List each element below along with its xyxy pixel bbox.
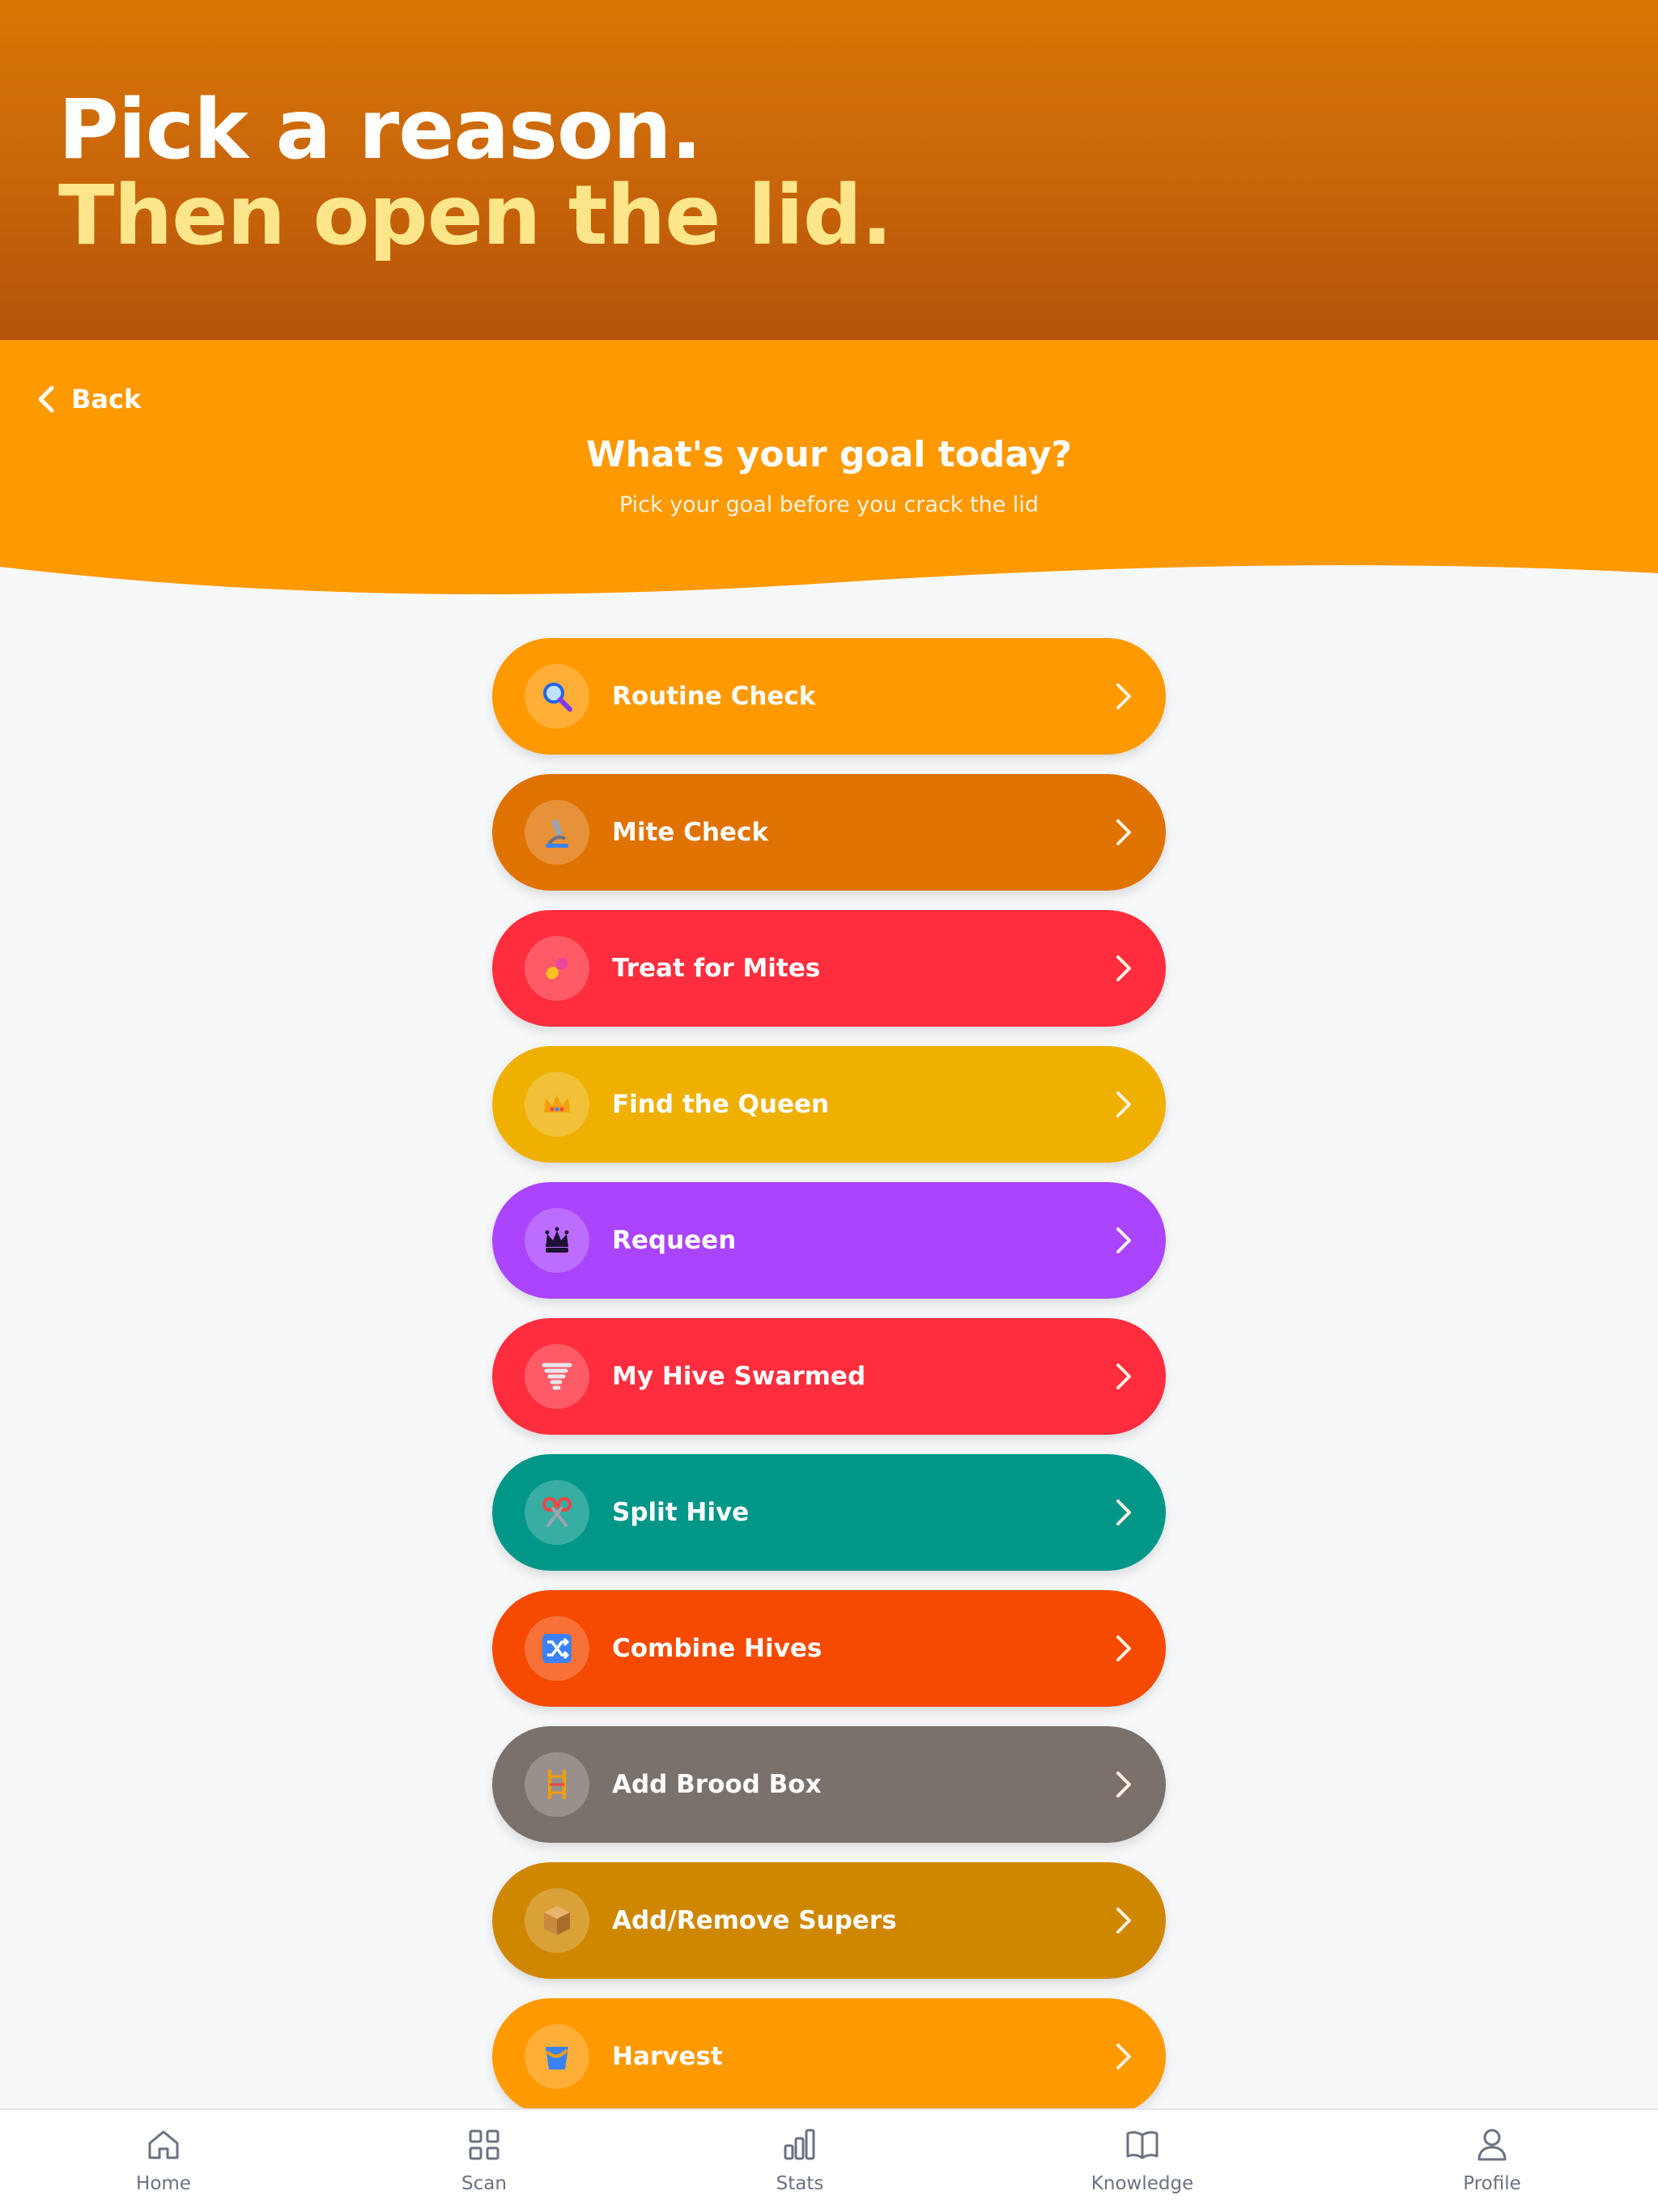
goal-label: Requeen [612, 1226, 737, 1255]
nav-knowledge[interactable]: Knowledge [1061, 2126, 1223, 2194]
goal-label: My Hive Swarmed [612, 1362, 866, 1391]
page-subtitle: Pick your goal before you crack the lid [619, 492, 1039, 517]
magnifier-icon [543, 683, 572, 712]
grid-icon [469, 2129, 500, 2160]
chevron-right-icon [1116, 2044, 1131, 2069]
goal-label: Find the Queen [612, 1090, 830, 1119]
bar-chart-icon [784, 2129, 815, 2160]
goal-label: Routine Check [612, 682, 816, 711]
goal-treat-for-mites[interactable]: Treat for Mites [492, 910, 1166, 1027]
goal-icon-badge [525, 664, 589, 729]
user-icon [1477, 2129, 1507, 2161]
back-label: Back [71, 384, 142, 415]
goal-add-brood-box[interactable]: Add Brood Box [492, 1726, 1166, 1843]
goal-harvest[interactable]: Harvest [492, 1998, 1166, 2115]
nav-home[interactable]: Home [83, 2126, 244, 2194]
nav-label: Stats [776, 2173, 824, 2194]
goal-icon-badge [525, 1616, 589, 1681]
goal-label: Split Hive [612, 1498, 750, 1527]
goal-find-the-queen[interactable]: Find the Queen [492, 1046, 1166, 1163]
goal-selection-screen: Pick a reason. Then open the lid. Back W… [0, 0, 1658, 2212]
scissors-icon [542, 1497, 572, 1527]
goal-icon-badge [525, 1888, 589, 1953]
pill-icon [546, 957, 568, 980]
goal-my-hive-swarmed[interactable]: My Hive Swarmed [492, 1318, 1166, 1435]
chevron-right-icon [1116, 683, 1131, 709]
book-icon [1126, 2131, 1158, 2159]
home-icon [148, 2130, 179, 2159]
goal-icon-badge [525, 1344, 589, 1409]
nav-label: Home [136, 2173, 191, 2194]
goal-icon-badge [525, 1752, 589, 1817]
goal-label: Harvest [612, 2042, 723, 2071]
goal-icon-badge [525, 1480, 589, 1545]
nav-profile[interactable]: Profile [1411, 2126, 1573, 2194]
bucket-icon [546, 2047, 568, 2069]
goal-requeen[interactable]: Requeen [492, 1182, 1166, 1299]
hero-line-1: Pick a reason. [58, 82, 702, 178]
nav-label: Profile [1463, 2173, 1521, 2194]
chevron-right-icon [1116, 1908, 1131, 1933]
chevron-right-icon [1116, 1499, 1131, 1525]
nav-label: Scan [461, 2173, 507, 2194]
goal-combine-hives[interactable]: Combine Hives [492, 1590, 1166, 1707]
package-icon [544, 1906, 570, 1935]
goal-icon-badge [525, 1208, 589, 1273]
nav-scan[interactable]: Scan [403, 2126, 565, 2194]
header-wave [0, 565, 1658, 632]
goal-mite-check[interactable]: Mite Check [492, 774, 1166, 891]
page-title: What's your goal today? [586, 434, 1072, 475]
chevron-left-icon [38, 385, 54, 413]
chevron-right-icon [1116, 1091, 1131, 1117]
chevron-right-icon [1116, 819, 1131, 845]
shuffle-icon [542, 1634, 572, 1663]
bottom-nav: Home Scan Stats Knowledge Profile [0, 2108, 1658, 2212]
goal-split-hive[interactable]: Split Hive [492, 1454, 1166, 1571]
chevron-right-icon [1116, 1772, 1131, 1797]
back-button[interactable]: Back [32, 379, 141, 419]
goal-icon-badge [525, 936, 589, 1001]
goal-label: Add Brood Box [612, 1770, 822, 1799]
goal-routine-check[interactable]: Routine Check [492, 638, 1166, 755]
goal-icon-badge [525, 800, 589, 865]
chevron-right-icon [1116, 1363, 1131, 1389]
goal-icon-badge [525, 2024, 589, 2089]
goal-icon-badge [525, 1072, 589, 1137]
goal-label: Treat for Mites [612, 954, 821, 983]
nav-label: Knowledge [1090, 2173, 1194, 2194]
goal-add-remove-supers[interactable]: Add/Remove Supers [492, 1862, 1166, 1979]
chevron-right-icon [1116, 955, 1131, 981]
goal-label: Add/Remove Supers [612, 1906, 897, 1935]
microscope-icon [546, 819, 568, 848]
chevron-right-icon [1116, 1227, 1131, 1253]
queen-chess-icon [545, 1227, 569, 1253]
crown-icon [544, 1095, 570, 1112]
nav-stats[interactable]: Stats [719, 2126, 881, 2194]
hero-banner: Pick a reason. Then open the lid. [0, 0, 1658, 340]
tornado-icon [542, 1363, 572, 1390]
goal-label: Combine Hives [612, 1634, 823, 1663]
chevron-right-icon [1116, 1636, 1131, 1661]
hero-line-2: Then open the lid. [58, 168, 893, 264]
goal-list: Routine Check Mite Check Treat for Mites… [492, 638, 1166, 2134]
goal-label: Mite Check [612, 818, 768, 847]
ladder-icon [548, 1770, 566, 1799]
